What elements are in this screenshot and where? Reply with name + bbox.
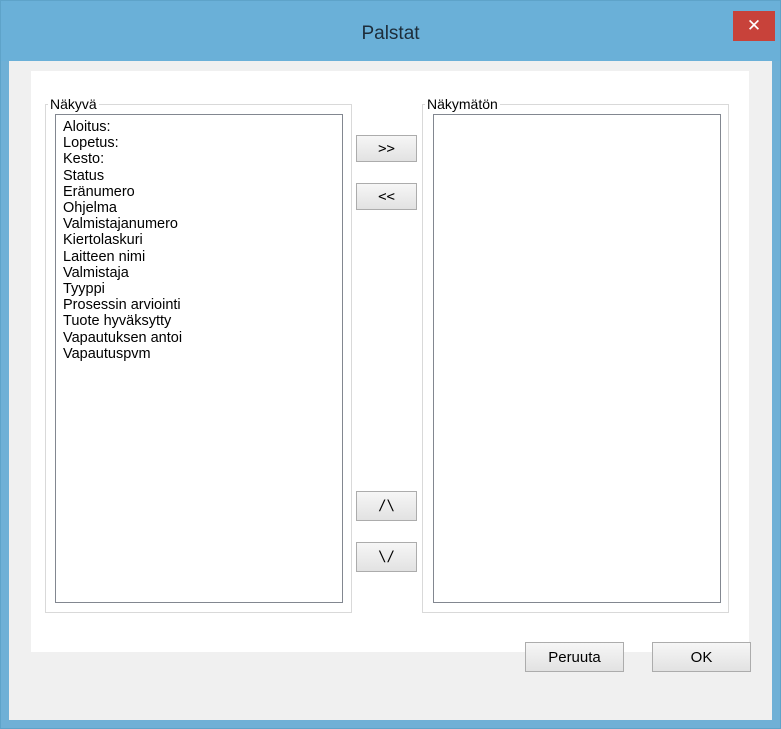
list-item[interactable]: Vapautuspvm (63, 346, 342, 362)
visible-columns-list[interactable]: Aloitus: Lopetus: Kesto: Status Eränumero Ohj… (55, 114, 343, 603)
title-bar[interactable]: Palstat ✕ (1, 1, 780, 61)
list-item[interactable]: Lopetus: (63, 135, 342, 151)
close-icon: ✕ (746, 16, 762, 36)
move-up-button[interactable]: /\ (356, 491, 417, 521)
hidden-columns-list[interactable] (433, 114, 721, 603)
ok-button[interactable]: OK (652, 642, 751, 672)
list-item[interactable]: Prosessin arviointi (63, 297, 342, 313)
list-item[interactable]: Vapautuksen antoi (63, 330, 342, 346)
list-item[interactable]: Status (63, 168, 342, 184)
list-item[interactable]: Aloitus: (63, 119, 342, 135)
move-down-button[interactable]: \/ (356, 542, 417, 572)
columns-panel: Näkyvä Aloitus: Lopetus: Kesto: Status Eränu… (31, 71, 749, 652)
cancel-button[interactable]: Peruuta (525, 642, 624, 672)
dialog-client-area: Näkyvä Aloitus: Lopetus: Kesto: Status Eränu… (9, 61, 772, 720)
dialog-window: Palstat ✕ Näkyvä Aloitus: Lopetus: Kesto: S… (0, 0, 781, 729)
list-item[interactable]: Tuote hyväksytty (63, 313, 342, 329)
move-right-button[interactable]: >> (356, 135, 417, 162)
visible-columns-label: Näkyvä (50, 96, 97, 112)
list-item[interactable]: Valmistajanumero (63, 216, 342, 232)
list-item[interactable]: Kesto: (63, 151, 342, 167)
ok-label: OK (690, 648, 713, 666)
move-down-label: \/ (378, 549, 395, 565)
move-right-label: >> (378, 140, 395, 157)
list-item[interactable]: Tyyppi (63, 281, 342, 297)
move-left-button[interactable]: << (356, 183, 417, 210)
move-up-label: /\ (378, 498, 395, 514)
window-title: Palstat (361, 23, 420, 44)
hidden-columns-label: Näkymätön (427, 96, 498, 112)
list-item[interactable]: Kiertolaskuri (63, 232, 342, 248)
close-button[interactable]: ✕ (733, 11, 775, 41)
cancel-label: Peruuta (548, 648, 601, 666)
move-left-label: << (378, 188, 395, 205)
list-item[interactable]: Eränumero (63, 184, 342, 200)
list-item[interactable]: Laitteen nimi (63, 249, 342, 265)
list-item[interactable]: Valmistaja (63, 265, 342, 281)
list-item[interactable]: Ohjelma (63, 200, 342, 216)
